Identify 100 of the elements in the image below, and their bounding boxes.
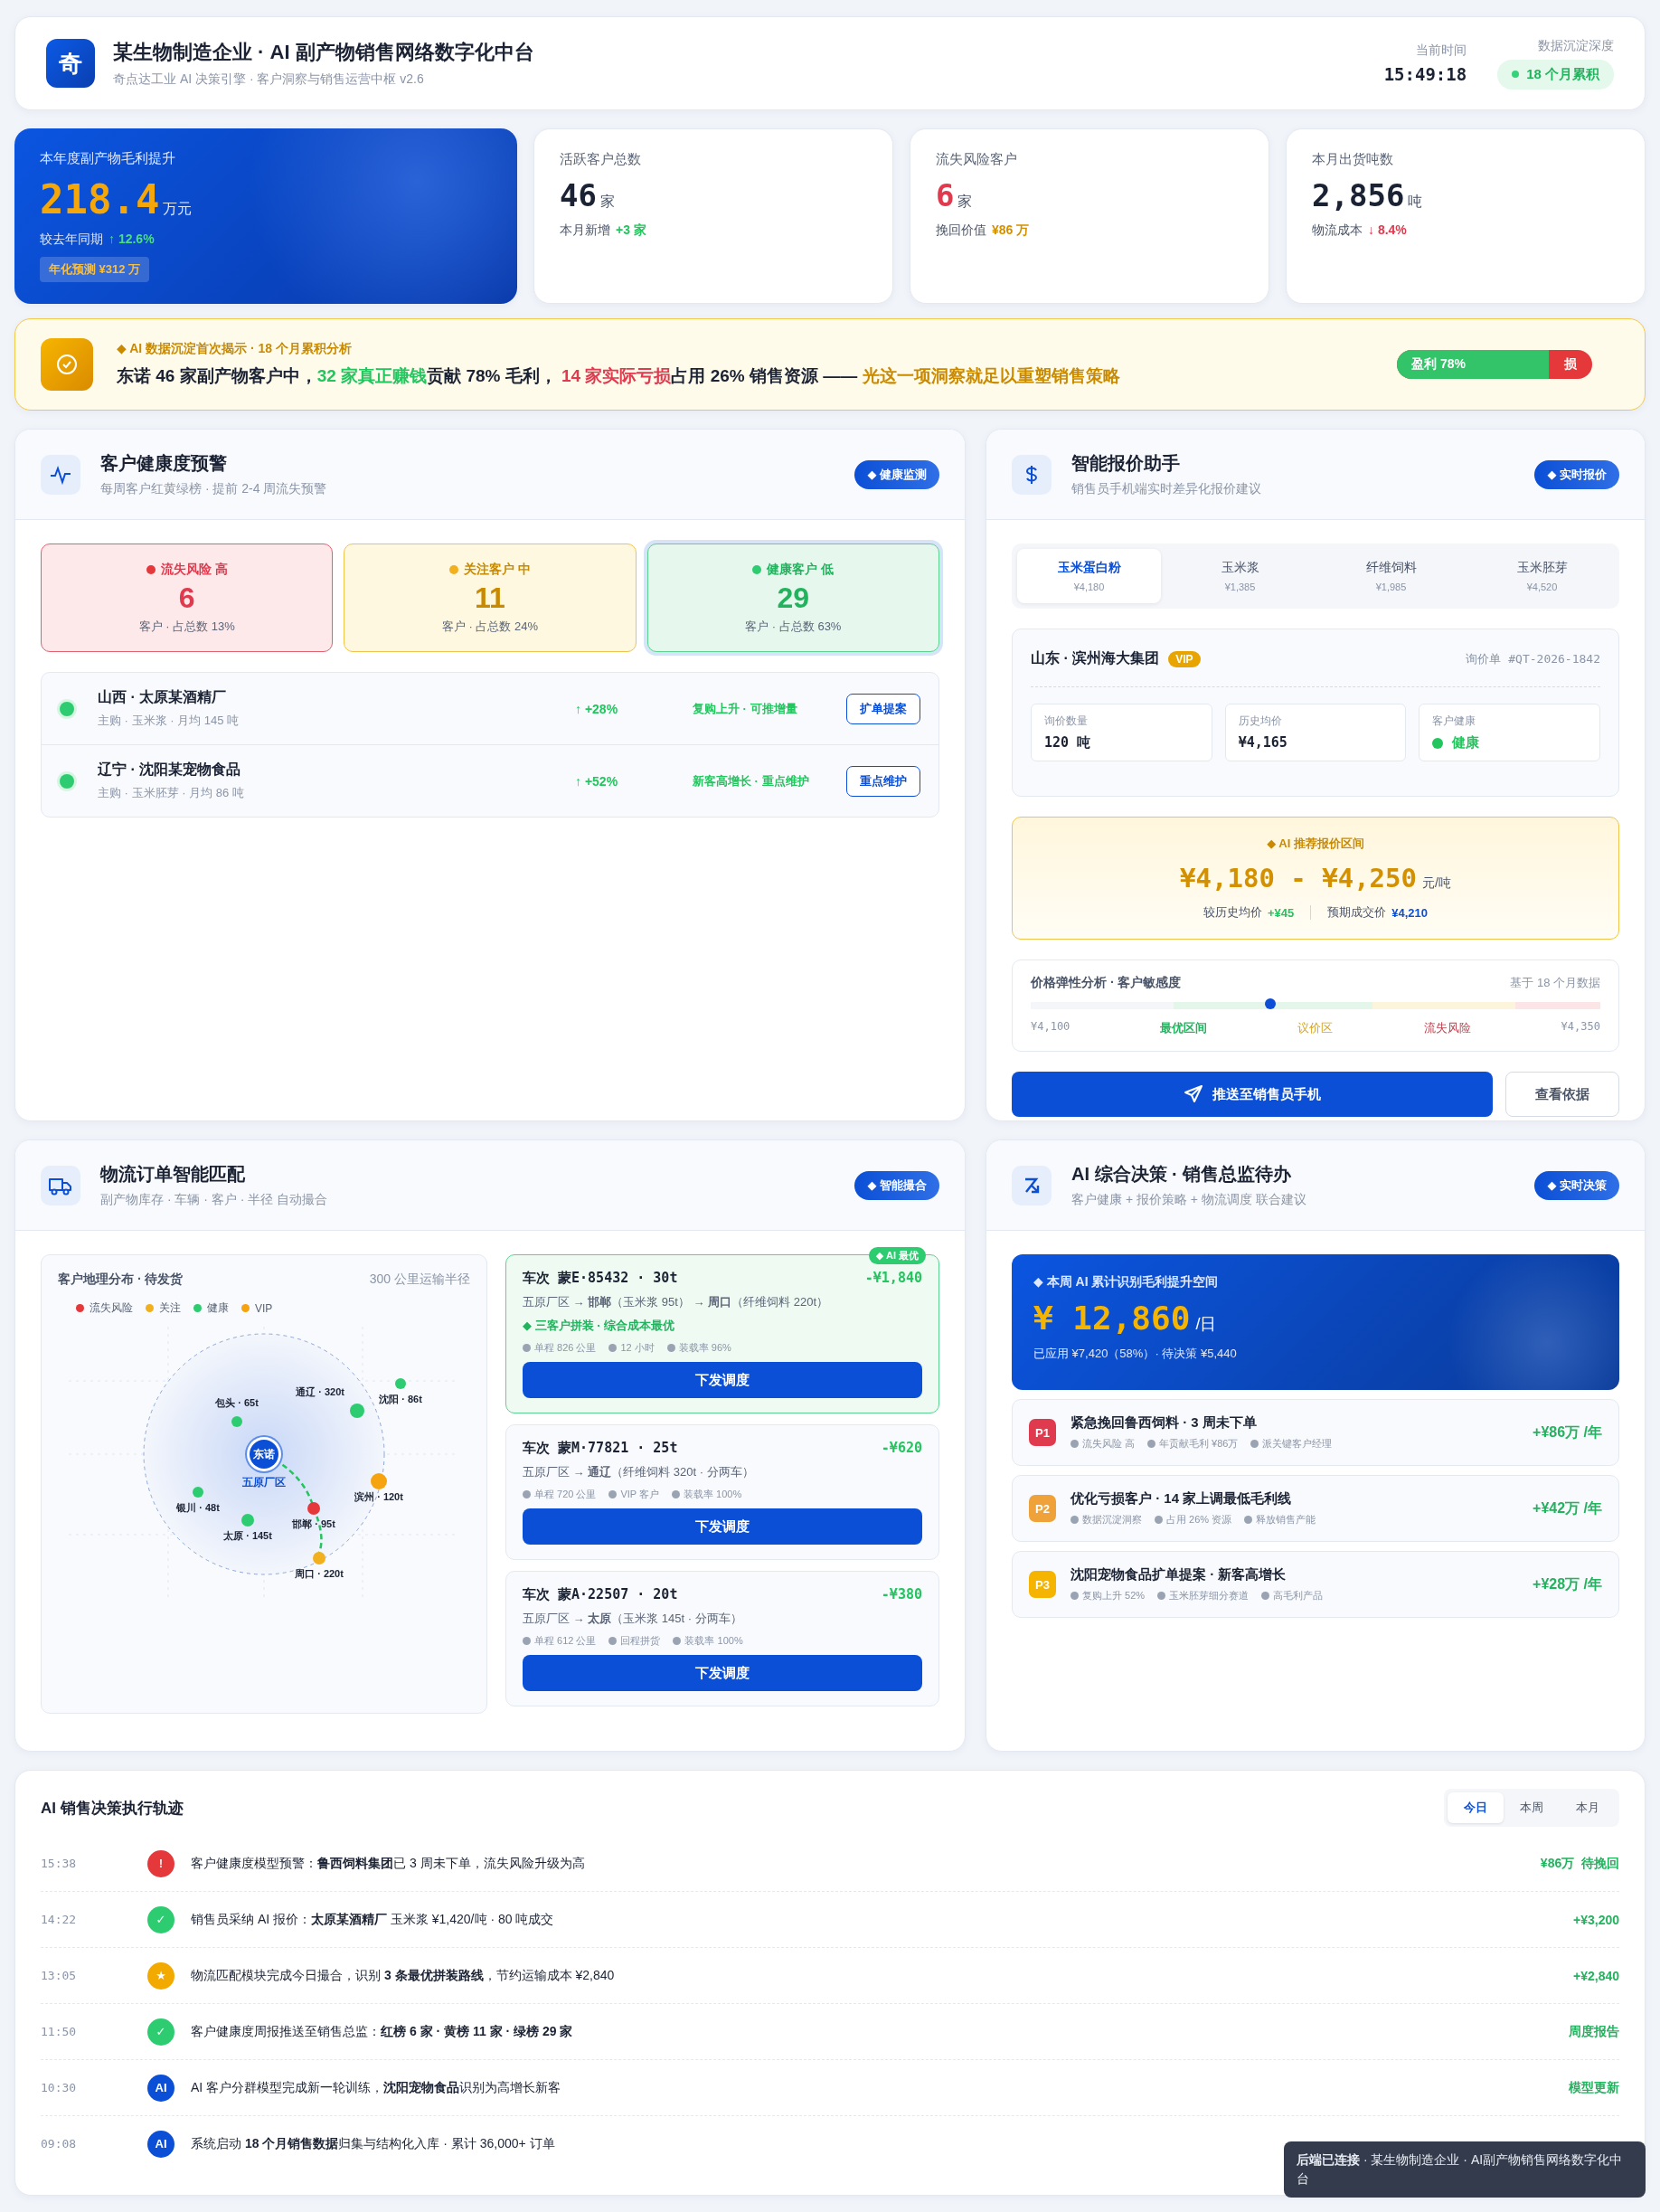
event-time: 15:38	[41, 1857, 78, 1870]
dispatch-button[interactable]: 下发调度	[523, 1508, 922, 1545]
kpi-label: 本月出货吨数	[1312, 151, 1393, 168]
growth-rate: ↑ +52%	[575, 773, 619, 789]
insight-sentence: 东诺 46 家副产物客户中，32 家真正赚钱贡献 78% 毛利， 14 家实际亏损占用 26% 销售资源 —— 光这一项洞察就足以重塑销售策略	[117, 365, 1121, 387]
order-metric: 装载率 100%	[673, 1634, 743, 1648]
panel-subtitle: 客户健康 + 报价策略 + 物流调度 联合建议	[1071, 1192, 1307, 1208]
range-min: ¥4,100	[1031, 1020, 1071, 1035]
expected-price: ¥4,210	[1391, 905, 1429, 920]
kpi-unit: 万元	[163, 200, 193, 218]
kpi-label: 活跃客户总数	[560, 151, 641, 168]
tier-note: 客户 · 占总数 63%	[745, 618, 842, 635]
panel-title: 客户健康度预警	[100, 452, 228, 475]
field-value: ¥4,165	[1238, 734, 1287, 751]
push-button[interactable]: 推送至销售员手机	[1012, 1072, 1493, 1117]
vip-badge: VIP	[1168, 650, 1201, 667]
connection-toast: 后端已连接 · 某生物制造企业 · AI副产物销售网络数字化中台	[1284, 2141, 1646, 2198]
event-result: +¥3,200	[1573, 1912, 1619, 1927]
map-pin[interactable]	[313, 1552, 325, 1564]
expected-label: 预期成交价	[1327, 904, 1387, 921]
panel-tag: ◆ 智能撮合	[854, 1170, 939, 1200]
panel-subtitle: 销售员手机端实时差异化报价建议	[1071, 481, 1262, 497]
map-pin[interactable]	[395, 1378, 406, 1389]
kpi-label: 本年度副产物毛利提升	[40, 150, 175, 167]
kpi-change: ↓ 8.4%	[1368, 222, 1407, 239]
task-tag: 流失风险 高	[1071, 1437, 1136, 1451]
tier-label: 流失风险 高	[146, 561, 228, 578]
dispatch-button[interactable]: 下发调度	[523, 1655, 922, 1691]
dispatch-button[interactable]: 下发调度	[523, 1362, 922, 1398]
panel-title: 智能报价助手	[1071, 452, 1181, 475]
status-icon: AI	[147, 2130, 174, 2158]
app-logo: 奇	[46, 39, 95, 88]
customer-detail: 主购 · 玉米浆 · 月均 145 吨	[98, 713, 241, 729]
task-tag: 占用 26% 资源	[1155, 1513, 1232, 1527]
kpi-unit: 家	[957, 193, 973, 211]
pin-label: 银川 · 48t	[176, 1501, 220, 1515]
panel-subtitle: 每周客户红黄绿榜 · 提前 2-4 周流失预警	[100, 481, 328, 497]
legend-label: 关注	[159, 1300, 181, 1316]
product-tab[interactable]: 玉米蛋白粉 ¥4,180	[1017, 549, 1161, 603]
route-text: 五原厂区 → 邯郸（玉米浆 95t） → 周口（纤维饲料 220t）	[523, 1294, 830, 1310]
growth-rate: ↑ +28%	[575, 701, 619, 716]
tier-note: 客户 · 占总数 24%	[441, 618, 539, 635]
customer-name: 山东 · 滨州海大集团	[1031, 649, 1160, 667]
tier-count: 6	[178, 581, 195, 615]
pin-label: 包头 · 65t	[215, 1396, 259, 1410]
action-button[interactable]: 重点维护	[846, 765, 920, 797]
product-tab[interactable]: 玉米胚芽 ¥4,520	[1470, 549, 1614, 603]
range-tab[interactable]: 本月	[1560, 1792, 1616, 1823]
range-tab[interactable]: 今日	[1448, 1792, 1504, 1823]
task-card[interactable]: P1 紧急挽回鲁西饲料 · 3 周未下单 流失风险 高 年贡献毛利 ¥86万 派关键客户经理 +¥86万 /年	[1012, 1399, 1619, 1466]
data-basis: 基于 18 个月数据	[1510, 975, 1600, 991]
inquiry-number: 询价单 #QT-2026-1842	[1466, 650, 1600, 667]
pin-label: 太原 · 145t	[223, 1529, 272, 1543]
view-basis-button[interactable]: 查看依据	[1505, 1072, 1619, 1117]
priority-badge: P1	[1029, 1419, 1056, 1446]
action-button[interactable]: 扩单提案	[846, 693, 920, 724]
map-pin[interactable]	[371, 1473, 387, 1489]
timeline-title: AI 销售决策执行轨迹	[41, 1798, 184, 1819]
field-label: 询价数量	[1044, 714, 1089, 729]
task-gain: +¥86万 /年	[1533, 1423, 1602, 1442]
tier-card[interactable]: 关注客户 中 11 客户 · 占总数 24%	[344, 544, 637, 652]
kpi-value: 2,856	[1312, 177, 1405, 213]
zone-label: 议价区	[1297, 1020, 1334, 1036]
task-tag: 派关键客户经理	[1250, 1437, 1333, 1451]
range-max: ¥4,350	[1561, 1020, 1600, 1035]
tier-count: 29	[777, 581, 810, 615]
panel-tag: ◆ 实时报价	[1534, 459, 1619, 489]
check-icon	[41, 338, 93, 391]
clock-time: 15:49:18	[1383, 64, 1467, 84]
time-label: 当前时间	[1416, 43, 1467, 59]
app-title: 某生物制造企业 · AI 副产物销售网络数字化中台	[113, 40, 535, 65]
depth-badge: 18 个月累积	[1497, 59, 1614, 90]
event-time: 10:30	[41, 2081, 78, 2094]
event-time: 11:50	[41, 2025, 78, 2038]
price-unit: 元/吨	[1422, 875, 1451, 892]
radius-label: 300 公里运输半径	[369, 1271, 470, 1288]
pin-label: 滨州 · 120t	[354, 1490, 403, 1504]
task-tag: 年贡献毛利 ¥86万	[1147, 1437, 1239, 1451]
vehicle-label: 车次 蒙M·77821 · 25t	[523, 1440, 678, 1457]
task-card[interactable]: P2 优化亏损客户 · 14 家上调最低毛利线 数据沉淀洞察 占用 26% 资源 释放销售产能 +¥42万 /年	[1012, 1475, 1619, 1542]
event-result: 周度报告	[1569, 2023, 1619, 2040]
status-icon: ✓	[147, 2018, 174, 2046]
summary-note: 已应用 ¥7,420（58%）· 待决策 ¥5,440	[1033, 1346, 1238, 1362]
event-time: 13:05	[41, 1969, 78, 1982]
compare-label: 较历史均价	[1203, 904, 1262, 921]
zone-label: 流失风险	[1423, 1020, 1471, 1036]
tier-card[interactable]: 流失风险 高 6 客户 · 占总数 13%	[41, 544, 334, 652]
legend-label: VIP	[255, 1301, 273, 1315]
status-icon: !	[147, 1849, 174, 1877]
product-tab[interactable]: 纤维饲料 ¥1,985	[1319, 549, 1463, 603]
status-icon: ★	[147, 1961, 174, 1990]
customer-insight: 新客高增长 · 重点维护	[693, 772, 810, 789]
range-tab[interactable]: 本周	[1504, 1792, 1560, 1823]
order-metric: 回程拼货	[608, 1634, 661, 1648]
task-card[interactable]: P3 沈阳宠物食品扩单提案 · 新客高增长 复购上升 52% 玉米胚芽细分赛道 高毛利产品 +¥28万 /年	[1012, 1551, 1619, 1618]
customer-detail: 主购 · 玉米胚芽 · 月均 86 吨	[98, 785, 245, 801]
panel-title: AI 综合决策 · 销售总监待办	[1071, 1163, 1293, 1186]
product-tab[interactable]: 玉米浆 ¥1,385	[1168, 549, 1312, 603]
event-result: +¥2,840	[1573, 1968, 1619, 1983]
zone-label: 最优区间	[1160, 1020, 1208, 1036]
